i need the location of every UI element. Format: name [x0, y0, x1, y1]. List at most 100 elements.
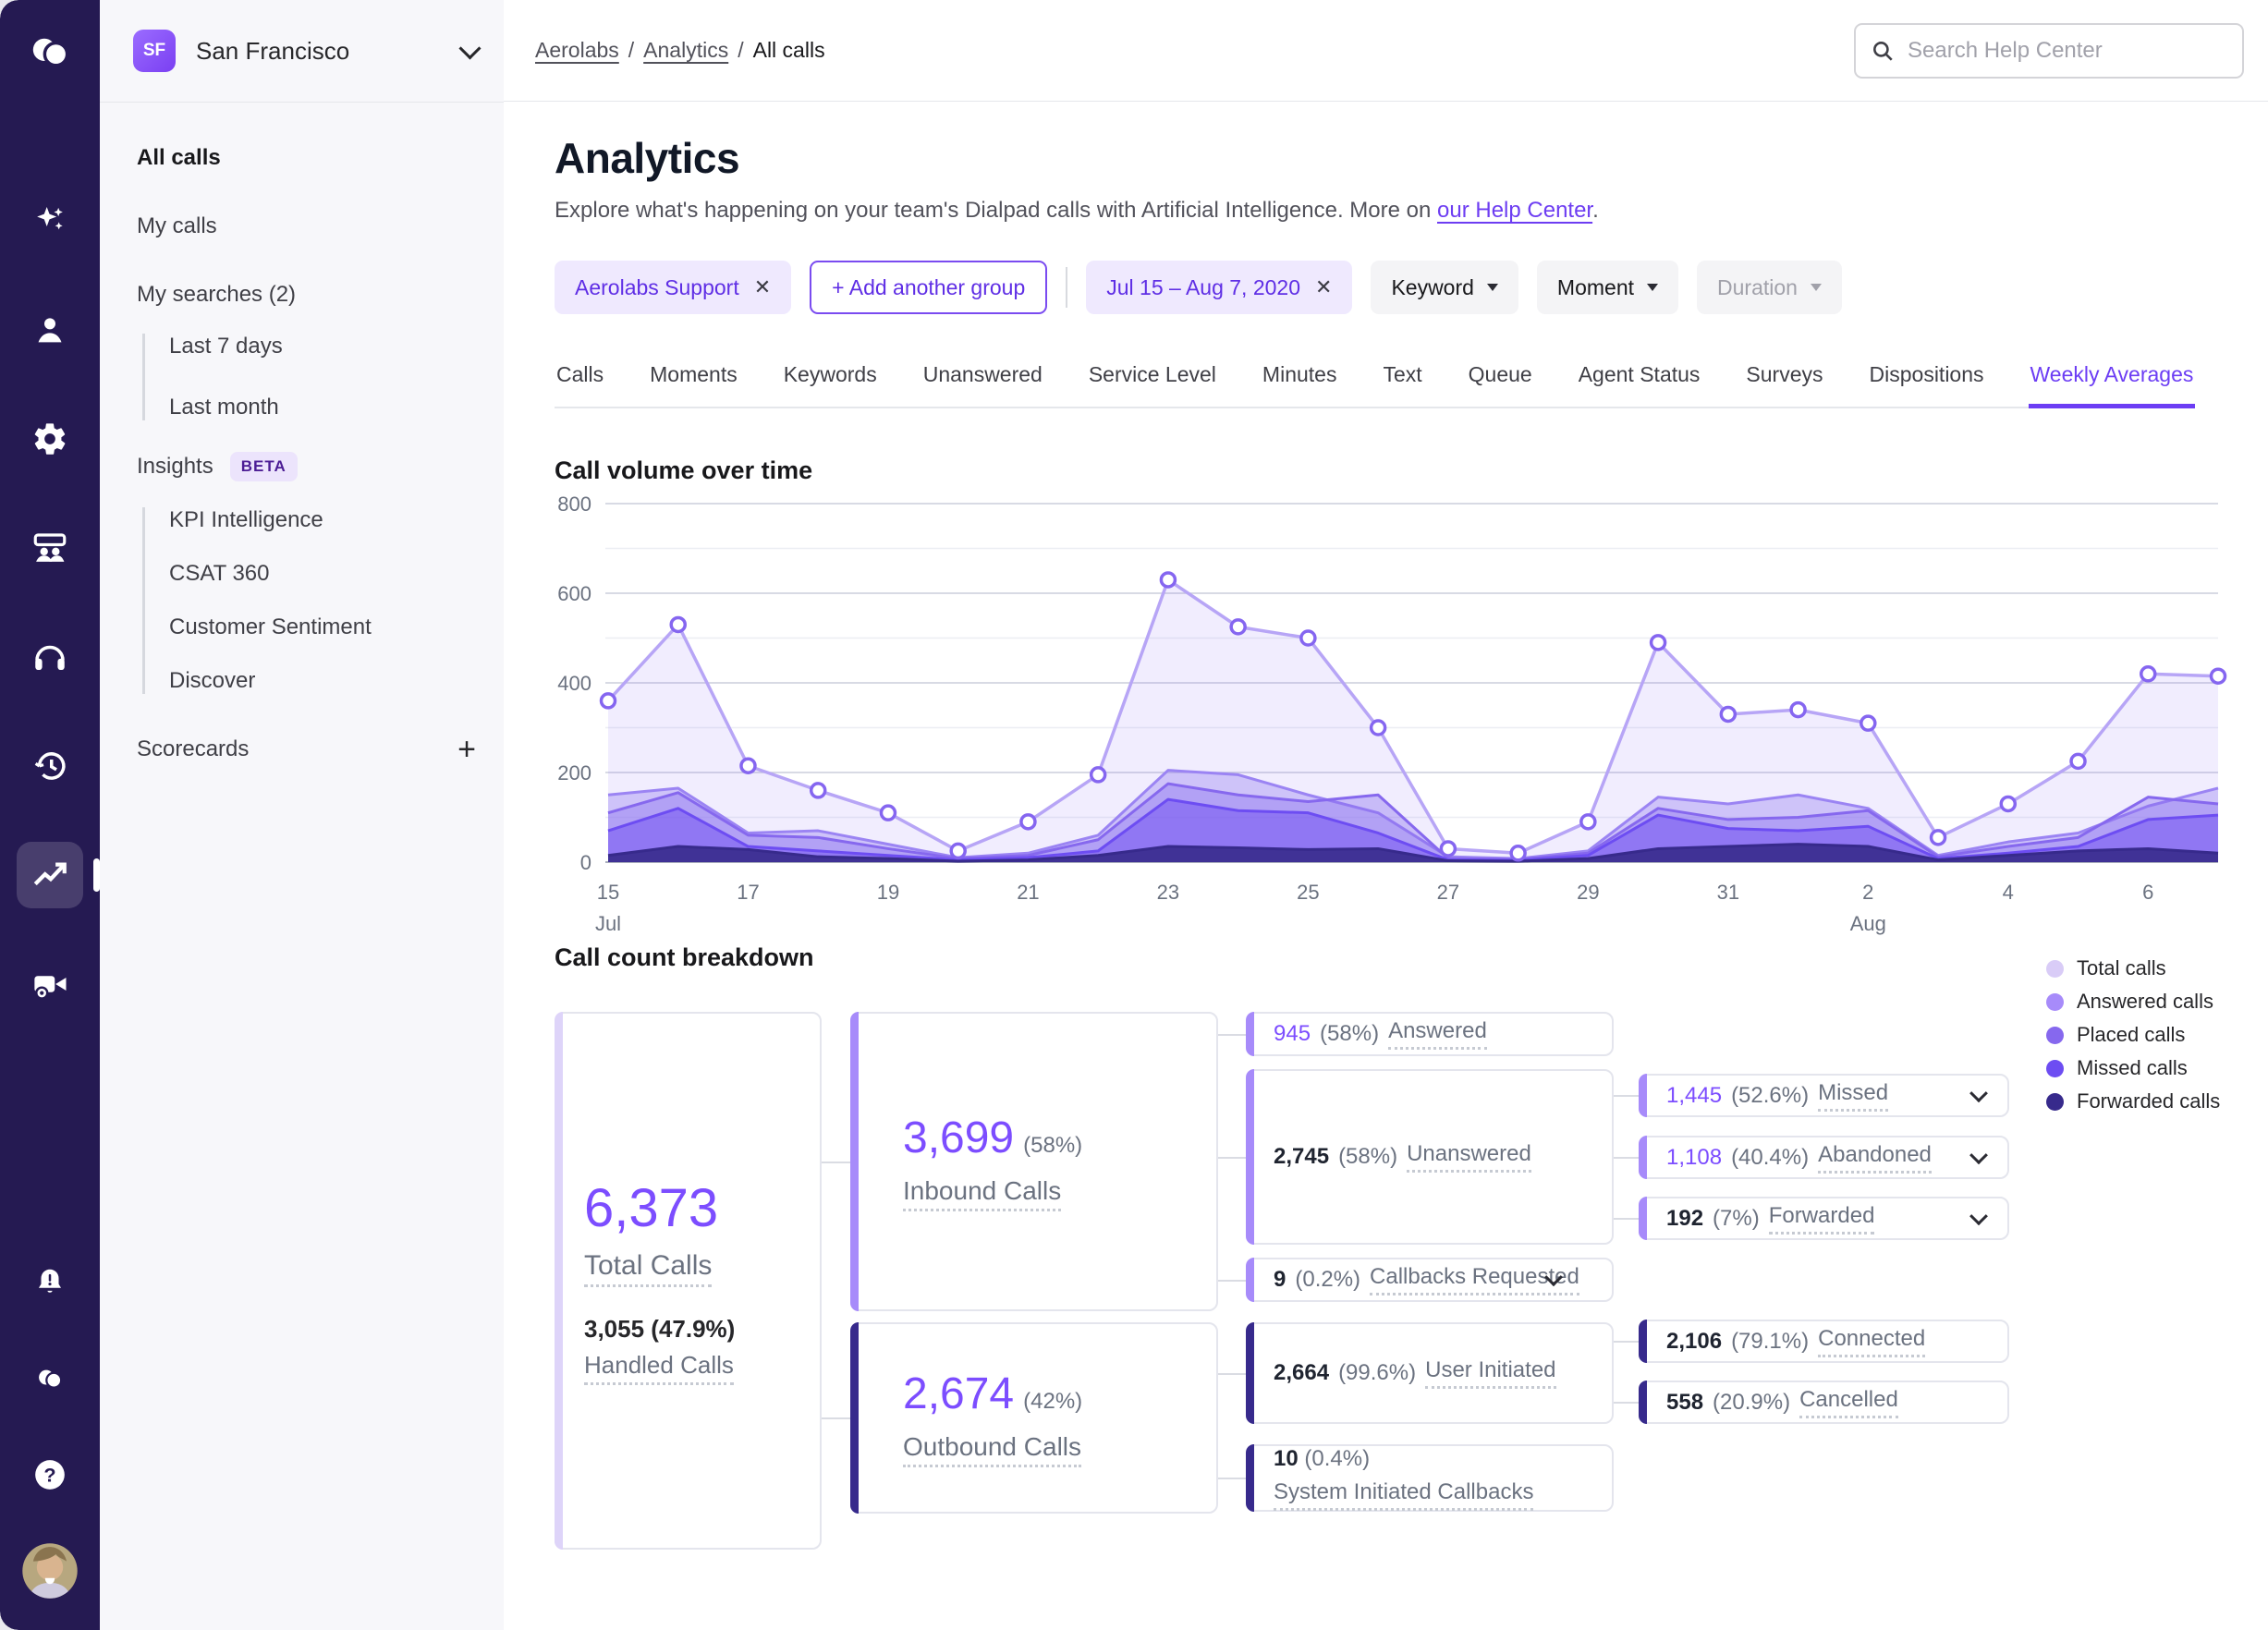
tab-moments[interactable]: Moments [648, 353, 739, 407]
sidebar-item-my-calls[interactable]: My calls [137, 213, 476, 239]
accent-bar [1639, 1074, 1647, 1117]
tab-calls[interactable]: Calls [555, 353, 605, 407]
sidebar-item-my-searches[interactable]: My searches (2) [137, 282, 476, 308]
breadcrumb-analytics[interactable]: Analytics [643, 38, 728, 62]
date-range-chip[interactable]: Jul 15 – Aug 7, 2020 ✕ [1086, 261, 1353, 314]
legend-item[interactable]: Missed calls [2046, 1056, 2220, 1080]
answered-node[interactable]: 945 (58%) Answered [1246, 1012, 1614, 1056]
chart-title: Call volume over time [555, 456, 813, 484]
org-badge: SF [133, 30, 176, 72]
connected-node[interactable]: 2,106 (79.1%) Connected [1639, 1320, 2009, 1363]
sidebar-item-all-calls[interactable]: All calls [137, 145, 476, 171]
sidebar-item-last-7-days[interactable]: Last 7 days [169, 334, 476, 359]
call-volume-section: Call volume over time 0 200 400 600 800 15 17 1… [555, 456, 2268, 943]
tab-dispositions[interactable]: Dispositions [1868, 353, 1986, 407]
sidebar-nav: All calls My calls My searches (2) Last … [100, 103, 504, 765]
analytics-icon[interactable] [17, 842, 100, 908]
callbacks-requested-node[interactable]: 9 (0.2%) Callbacks Requested [1246, 1258, 1614, 1302]
sparkles-icon[interactable] [17, 188, 83, 254]
moment-filter[interactable]: Moment [1536, 261, 1679, 314]
svg-text:?: ? [43, 1464, 55, 1487]
search-input[interactable] [1906, 36, 2227, 65]
tab-queue[interactable]: Queue [1467, 353, 1534, 407]
svg-text:23: 23 [1157, 881, 1179, 904]
cancelled-node[interactable]: 558 (20.9%) Cancelled [1639, 1381, 2009, 1424]
remove-group-icon[interactable]: ✕ [754, 275, 771, 299]
tab-surveys[interactable]: Surveys [1744, 353, 1824, 407]
user-initiated-node[interactable]: 2,664 (99.6%) User Initiated [1246, 1322, 1614, 1424]
tab-weekly-averages[interactable]: Weekly Averages [2028, 353, 2196, 408]
org-switcher[interactable]: SF San Francisco [100, 0, 504, 103]
total-calls-label: Total Calls [584, 1250, 713, 1287]
svg-text:29: 29 [1577, 881, 1599, 904]
gear-icon[interactable] [17, 406, 83, 472]
add-scorecard-button[interactable]: + [457, 734, 476, 765]
expand-chevron-icon[interactable] [1969, 1206, 1988, 1225]
handled-calls-value: 3,055 (47.9%) [584, 1314, 736, 1343]
forwarded-node[interactable]: 192 (7%) Forwarded [1639, 1197, 2009, 1240]
help-search[interactable] [1854, 22, 2244, 79]
tab-service-level[interactable]: Service Level [1087, 353, 1218, 407]
help-center-link[interactable]: our Help Center [1437, 198, 1592, 223]
tab-agent-status[interactable]: Agent Status [1577, 353, 1702, 407]
user-avatar[interactable] [17, 1538, 83, 1604]
accent-bar [1246, 1258, 1254, 1302]
legend-item[interactable]: Total calls [2046, 956, 2220, 980]
breadcrumb: Aerolabs / Analytics / All calls [535, 38, 825, 62]
legend-item[interactable]: Placed calls [2046, 1023, 2220, 1047]
history-icon[interactable] [17, 733, 83, 799]
sidebar-item-kpi-intelligence[interactable]: KPI Intelligence [169, 507, 476, 533]
page-title: Analytics [555, 134, 740, 182]
accent-bar [1639, 1136, 1647, 1179]
remove-date-icon[interactable]: ✕ [1315, 275, 1332, 299]
inbound-label: Inbound Calls [903, 1176, 1062, 1211]
tab-unanswered[interactable]: Unanswered [921, 353, 1044, 407]
headset-icon[interactable] [17, 624, 83, 690]
notification-bell-icon[interactable] [17, 1249, 83, 1316]
analytics-tabs: Calls Moments Keywords Unanswered Servic… [555, 353, 2196, 408]
dialpad-mini-icon[interactable] [17, 1345, 83, 1412]
main-content: Analytics Explore what's happening on yo… [504, 102, 2268, 1630]
total-calls-value: 6,373 [584, 1177, 719, 1238]
svg-text:Aug: Aug [1850, 912, 1886, 935]
insights-group: KPI Intelligence CSAT 360 Customer Senti… [142, 507, 476, 694]
team-icon[interactable] [17, 515, 83, 581]
abandoned-node[interactable]: 1,108 (40.4%) Abandoned [1639, 1136, 2009, 1179]
help-icon[interactable]: ? [17, 1441, 83, 1508]
filter-bar: Aerolabs Support ✕ + Add another group Ju… [555, 261, 2268, 314]
legend-item[interactable]: Answered calls [2046, 990, 2220, 1014]
sidebar-item-scorecards[interactable]: Scorecards [137, 736, 249, 762]
accent-bar [850, 1012, 859, 1311]
keyword-filter[interactable]: Keyword [1371, 261, 1518, 314]
total-calls-node[interactable]: 6,373 Total Calls 3,055 (47.9%) Handled … [555, 1012, 822, 1550]
svg-text:31: 31 [1717, 881, 1739, 904]
legend-item[interactable]: Forwarded calls [2046, 1089, 2220, 1113]
add-group-button[interactable]: + Add another group [810, 261, 1048, 314]
sidebar-item-insights[interactable]: Insights BETA [137, 452, 476, 481]
person-icon[interactable] [17, 297, 83, 363]
unanswered-node[interactable]: 2,745 (58%) Unanswered [1246, 1069, 1614, 1245]
sidebar-item-customer-sentiment[interactable]: Customer Sentiment [169, 614, 476, 640]
system-initiated-callbacks-node[interactable]: 10 (0.4%) System Initiated Callbacks [1246, 1444, 1614, 1512]
call-volume-chart: 0 200 400 600 800 15 17 19 21 23 25 27 29 31 2 4 6 Jul Aug [557, 493, 2227, 935]
tab-keywords[interactable]: Keywords [782, 353, 879, 407]
svg-text:Jul: Jul [595, 912, 621, 935]
inbound-value: 3,699 [903, 1113, 1015, 1162]
breadcrumb-current: All calls [752, 38, 825, 62]
tab-minutes[interactable]: Minutes [1261, 353, 1339, 407]
top-header: Aerolabs / Analytics / All calls [504, 0, 2268, 102]
sidebar-item-discover[interactable]: Discover [169, 668, 476, 694]
outbound-calls-node[interactable]: 2,674 (42%) Outbound Calls [850, 1322, 1218, 1514]
breadcrumb-aerolabs[interactable]: Aerolabs [535, 38, 619, 62]
accent-bar [1246, 1322, 1254, 1424]
tab-text[interactable]: Text [1381, 353, 1423, 407]
expand-chevron-icon[interactable] [1969, 1083, 1988, 1102]
sidebar-item-last-month[interactable]: Last month [169, 395, 476, 420]
sidebar-item-csat-360[interactable]: CSAT 360 [169, 561, 476, 587]
group-filter-chip[interactable]: Aerolabs Support ✕ [555, 261, 792, 314]
expand-chevron-icon[interactable] [1969, 1145, 1988, 1164]
video-settings-icon[interactable] [17, 951, 83, 1017]
missed-node[interactable]: 1,445 (52.6%) Missed [1639, 1074, 2009, 1117]
duration-filter[interactable]: Duration [1697, 261, 1842, 314]
inbound-calls-node[interactable]: 3,699 (58%) Inbound Calls [850, 1012, 1218, 1311]
